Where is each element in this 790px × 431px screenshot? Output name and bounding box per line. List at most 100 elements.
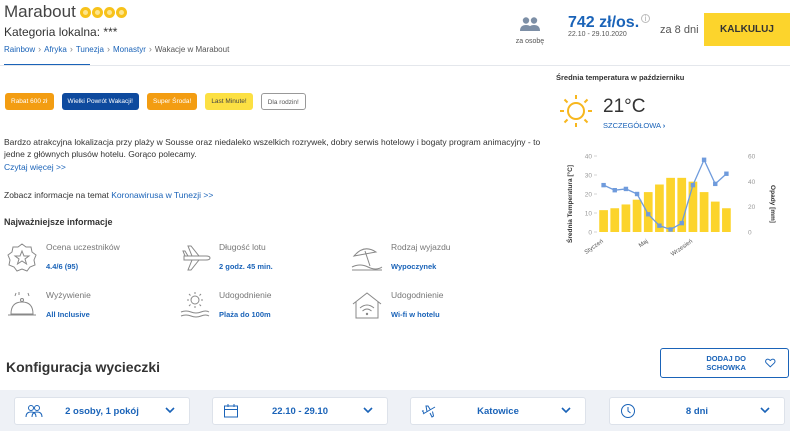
- precipitation-point: [668, 227, 673, 232]
- add-to-favorites-label: DODAJ DO SCHOWKA: [706, 354, 746, 372]
- price-box: 742 zł/os. i 22.10 - 29.10.2020: [568, 14, 651, 38]
- temperature-bar: [710, 201, 720, 232]
- heart-icon: [765, 358, 776, 368]
- chevron-down-icon: [363, 407, 373, 414]
- breadcrumb-link[interactable]: Afryka: [44, 45, 67, 54]
- trip-length: za 8 dni: [660, 24, 699, 36]
- feature-value: Plaża do 100m: [219, 310, 271, 319]
- precipitation-point: [623, 186, 629, 192]
- duration-value: 8 dni: [685, 405, 709, 417]
- badge-last-minute[interactable]: Last Minute!: [205, 93, 253, 110]
- price-per-person: 742 zł/os. i: [568, 14, 651, 32]
- people-icon: [520, 17, 540, 31]
- feature-value: All Inclusive: [46, 310, 90, 319]
- precipitation-point: [634, 191, 640, 197]
- precipitation-point: [612, 188, 617, 193]
- badge-big-return[interactable]: Wielki Powrót Wakacji!: [61, 93, 139, 110]
- info-icon[interactable]: i: [641, 14, 651, 23]
- star-badge-icon: [7, 243, 37, 272]
- plane-icon: [182, 245, 211, 271]
- precipitation-point: [657, 223, 662, 228]
- weather-details-link[interactable]: SZCZEGÓŁOWA ›: [603, 121, 665, 130]
- temperature-bar: [621, 204, 631, 232]
- y2-axis-label: Opady [mm]: [769, 185, 776, 223]
- y2-tick-label: 0: [748, 230, 752, 237]
- cloche-icon: [8, 292, 36, 316]
- y-tick-label: 30: [585, 173, 593, 180]
- temperature-bar: [722, 208, 731, 232]
- persons-value: 2 osoby, 1 pokój: [65, 405, 139, 417]
- covid-link[interactable]: Koronawirusa w Tunezji >>: [111, 190, 213, 200]
- star-rating: [80, 7, 127, 18]
- breadcrumb-separator-icon: ›: [106, 44, 110, 54]
- persons-selector[interactable]: za osobę: [512, 16, 548, 45]
- precipitation-point: [701, 157, 707, 162]
- feature-rating: Ocena uczestników 4.4/6 (95): [5, 242, 155, 278]
- y-tick-label: 0: [588, 230, 592, 237]
- temperature-bar: [643, 192, 653, 232]
- feature-flight: Długość lotu 2 godz. 45 min.: [178, 242, 328, 278]
- calculate-button[interactable]: KALKULUJ: [704, 13, 790, 46]
- read-more-link[interactable]: Czytaj więcej >>: [4, 162, 66, 172]
- breadcrumb-link[interactable]: Rainbow: [4, 45, 35, 54]
- add-to-favorites-button[interactable]: DODAJ DO SCHOWKA: [660, 348, 789, 378]
- temperature-bar: [666, 177, 675, 232]
- persons-label: za osobę: [515, 38, 545, 45]
- breadcrumb-current: Wakacje w Marabout: [154, 44, 230, 54]
- duration-dropdown[interactable]: 8 dni: [609, 397, 785, 425]
- breadcrumb-separator-icon: ›: [148, 44, 152, 54]
- badge-family[interactable]: Dla rodzin!: [260, 93, 306, 110]
- y-tick-label: 10: [585, 211, 593, 218]
- breadcrumb-link[interactable]: Tunezja: [76, 45, 104, 54]
- departure-dropdown[interactable]: Katowice: [410, 397, 586, 425]
- breadcrumb-separator-icon: ›: [38, 44, 42, 54]
- departure-value: Katowice: [477, 405, 519, 417]
- precipitation-point: [724, 171, 729, 176]
- weather-title: Średnia temperatura w październiku: [556, 73, 685, 82]
- promo-badges: Rabat 600 zł Wielki Powrót Wakacji! Supe…: [5, 93, 306, 110]
- dates-dropdown[interactable]: 22.10 - 29.10: [212, 397, 388, 425]
- badge-discount[interactable]: Rabat 600 zł: [5, 93, 54, 110]
- hotel-description: Bardzo atrakcyjna lokalizacja przy plaży…: [4, 137, 541, 159]
- y-tick-label: 40: [585, 154, 593, 161]
- config-title: Konfiguracja wycieczki: [6, 359, 161, 375]
- star-icon: [92, 7, 103, 18]
- x-tick-label: Styczeń: [584, 239, 605, 256]
- precipitation-point: [601, 182, 606, 188]
- feature-value: 2 godz. 45 min.: [219, 262, 273, 271]
- breadcrumb-link[interactable]: Monastyr: [113, 45, 146, 54]
- y-axis-label: Średnia Temperatura [°C]: [565, 165, 574, 243]
- feature-value: Wi-fi w hotelu: [391, 310, 440, 319]
- x-tick-label: Wrzesień: [670, 239, 694, 258]
- current-temperature: 21°C: [603, 96, 646, 117]
- precipitation-point: [679, 220, 684, 226]
- hotel-header: Marabout Kategoria lokalna: *** Rainbow …: [0, 0, 790, 64]
- star-icon: [80, 7, 91, 18]
- breadcrumb-separator-icon: ›: [69, 44, 73, 54]
- star-icon: [116, 7, 127, 18]
- y2-tick-label: 40: [748, 179, 756, 186]
- feature-label: Udogodnienie: [391, 290, 444, 300]
- covid-info: Zobacz informacje na temat Koronawirusa …: [4, 190, 213, 200]
- feature-label: Udogodnienie: [219, 290, 272, 300]
- chevron-down-icon: [165, 407, 175, 414]
- precipitation-point: [646, 212, 651, 217]
- chevron-down-icon: [561, 407, 571, 414]
- y2-tick-label: 20: [748, 204, 756, 211]
- feature-label: Rodzaj wyjazdu: [391, 242, 451, 252]
- hotel-name: Marabout: [4, 2, 76, 21]
- feature-trip-type: Rodzaj wyjazdu Wypoczynek: [350, 242, 500, 278]
- feature-value: Wypoczynek: [391, 262, 437, 271]
- feature-board: Wyżywienie All Inclusive: [5, 290, 155, 326]
- persons-dropdown[interactable]: 2 osoby, 1 pokój: [14, 397, 190, 425]
- star-icon: [104, 7, 115, 18]
- temperature-bar: [688, 181, 698, 232]
- trip-dates: 22.10 - 29.10.2020: [568, 31, 627, 38]
- sun-waves-icon: [180, 292, 210, 318]
- temperature-bar: [599, 210, 608, 232]
- chevron-down-icon: [760, 407, 770, 414]
- badge-super-wednesday[interactable]: Super Środa!: [147, 93, 198, 110]
- feature-label: Ocena uczestników: [46, 242, 120, 252]
- feature-label: Wyżywienie: [46, 290, 91, 300]
- key-info-title: Najważniejsze informacje: [4, 217, 113, 227]
